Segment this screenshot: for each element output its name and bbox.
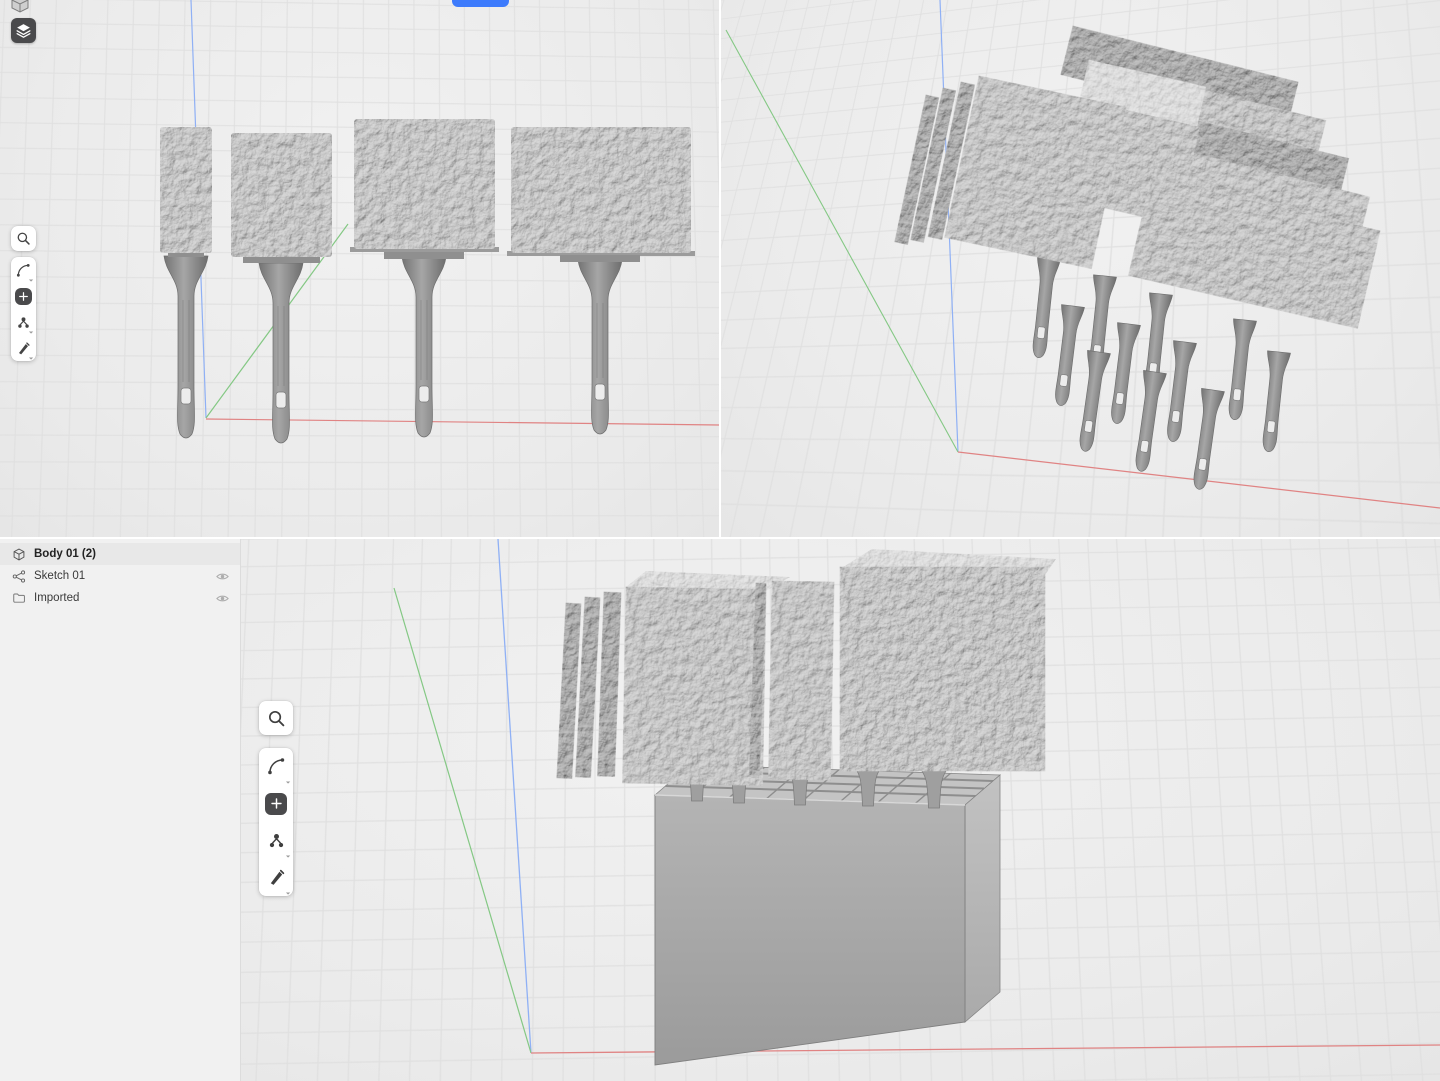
trim-tool-button[interactable] (11, 336, 36, 361)
tree-row-label: Sketch 01 (34, 570, 85, 582)
object-tree-panel: Body 01 (2) Sketch 01 (0, 539, 241, 1081)
viewport-divider-horizontal (0, 537, 1440, 539)
scene-iso (721, 0, 1440, 537)
viewport-divider-vertical (719, 0, 721, 537)
visibility-eye-icon[interactable] (215, 570, 230, 583)
sketch-arc-tool-button[interactable] (11, 258, 36, 283)
brush-model[interactable] (231, 133, 332, 443)
assembly-tool-button[interactable] (259, 823, 293, 859)
tree-row-label: Body 01 (2) (34, 548, 96, 560)
body-cube-icon (12, 547, 26, 562)
assembly-icon (267, 831, 286, 850)
layers-button[interactable] (11, 18, 36, 43)
tree-row-sketch[interactable]: Sketch 01 (0, 565, 240, 587)
magnifier-icon (16, 231, 31, 246)
plus-icon (270, 797, 283, 810)
zoom-toolbar (259, 701, 293, 735)
magnifier-icon (267, 709, 286, 728)
tree-row-body[interactable]: Body 01 (2) (0, 543, 240, 565)
trim-tool-button[interactable] (259, 860, 293, 896)
plus-icon (18, 291, 29, 302)
scene-front (0, 0, 719, 537)
container-box-model[interactable] (655, 765, 1000, 1065)
zoom-toolbar (11, 226, 36, 251)
brush-model[interactable] (507, 127, 695, 434)
app-window: Body 01 (2) Sketch 01 (0, 0, 1440, 1081)
brush-model[interactable] (160, 127, 212, 438)
axis-y-line (394, 588, 531, 1053)
zoom-tool-button[interactable] (259, 701, 293, 735)
visibility-eye-icon[interactable] (215, 592, 230, 605)
layers-icon (15, 22, 32, 39)
tools-toolbar (259, 748, 293, 896)
tools-toolbar (11, 257, 36, 361)
brush-heads-model[interactable] (557, 549, 1056, 785)
zoom-tool-button[interactable] (11, 226, 36, 251)
axis-z-line (498, 539, 531, 1053)
brush-model[interactable] (350, 119, 499, 437)
viewport-front[interactable] (0, 0, 719, 537)
add-tool-button[interactable] (259, 786, 293, 822)
sketch-icon (12, 569, 26, 584)
assembly-tool-button[interactable] (11, 310, 36, 335)
add-tool-button[interactable] (11, 284, 36, 309)
tree-row-imported[interactable]: Imported (0, 587, 240, 609)
knife-icon (267, 868, 286, 887)
sketch-arc-tool-button[interactable] (259, 749, 293, 785)
arc-icon (267, 757, 286, 776)
tree-row-label: Imported (34, 592, 79, 604)
primary-action-button[interactable] (452, 0, 509, 7)
brush-cluster-model[interactable] (895, 26, 1380, 491)
imported-folder-icon (12, 591, 26, 605)
viewport-iso[interactable] (721, 0, 1440, 537)
